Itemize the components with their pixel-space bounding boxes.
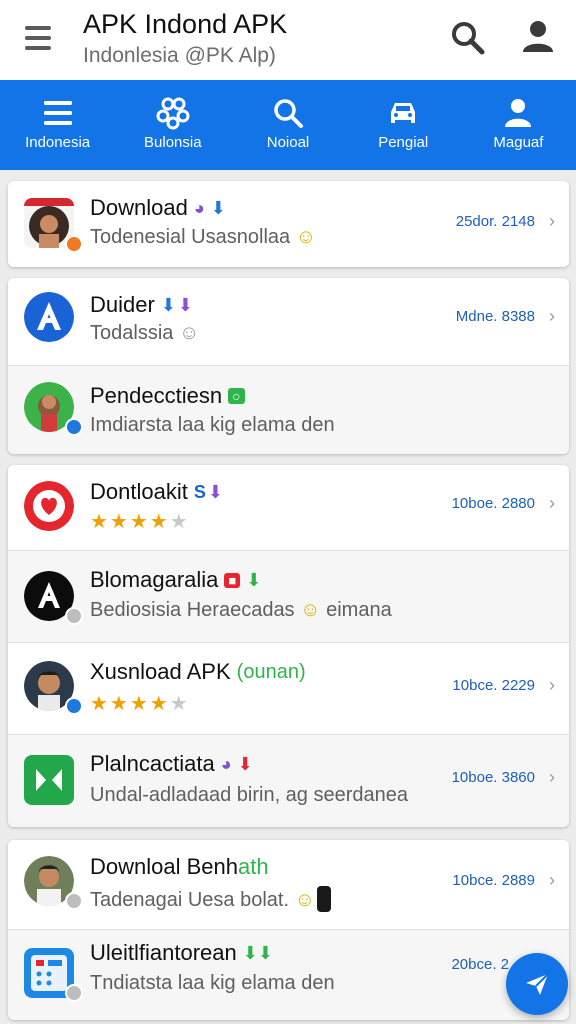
app-description: Todalssia ☺: [90, 322, 200, 344]
star-rating: ★★★★★: [90, 511, 190, 533]
chevron-right-icon: ›: [549, 493, 555, 513]
app-description: Tndiatsta laa kig elama den: [90, 972, 335, 994]
search-icon[interactable]: [448, 18, 488, 58]
send-icon: [526, 973, 549, 995]
list-icon: [43, 101, 72, 125]
nav-tab-label: Maguaf: [493, 134, 544, 151]
status-badge: [65, 418, 83, 436]
nav-tab-label: Indonesia: [25, 134, 91, 151]
nav-tab-label: Pengial: [378, 134, 429, 151]
list-item[interactable]: Uleitlfiantorean ⬇⬇ Tndiatsta laa kig ela…: [8, 930, 569, 1020]
account-icon[interactable]: [518, 16, 558, 56]
chevron-right-icon: ›: [549, 306, 555, 326]
nav-tab-2[interactable]: Noioal: [230, 80, 345, 170]
app-subtitle: Indonlesia @PK Alp): [83, 44, 276, 67]
hamburger-menu-icon[interactable]: [22, 22, 54, 54]
car-icon: [391, 103, 416, 123]
app-description: Todenesial Usasnollaa ☺: [90, 226, 317, 248]
list-item[interactable]: Blomagaralia ■ ⬇ Bediosisia Heraecadas ☺ e…: [8, 551, 569, 643]
app-name: Downloal Benhath: [90, 854, 269, 879]
list-item[interactable]: Downloal Benhath Tadenagai Uesa bolat. ☺…: [8, 840, 569, 930]
nav-tab-label: Noioal: [266, 134, 310, 151]
send-fab-button[interactable]: [506, 953, 568, 1015]
chevron-right-icon: ›: [549, 870, 555, 890]
nav-tab-4[interactable]: Maguaf: [461, 80, 576, 170]
list-item[interactable]: Download ◕ ⬇ Todenesial Usasnollaa ☺ 25dor…: [8, 181, 569, 267]
app-card: Duider ⬇ ⬇ Todalssia ☺ Mdne. 8388 › Pendec…: [8, 278, 569, 454]
nav-tab-3[interactable]: Pengial: [346, 80, 461, 170]
app-name: Xusnload APK (ounan): [90, 659, 306, 684]
app-meta: 10bce. 2229: [452, 677, 535, 694]
app-meta: 10boe. 2880: [451, 495, 535, 512]
chevron-right-icon: ›: [549, 211, 555, 231]
app-card: Downloal Benhath Tadenagai Uesa bolat. ☺…: [8, 840, 569, 1020]
status-badge: [65, 892, 83, 910]
list-item[interactable]: Duider ⬇ ⬇ Todalssia ☺ Mdne. 8388 ›: [8, 278, 569, 366]
app-name: Uleitlfiantorean ⬇⬇: [90, 940, 273, 965]
app-description: Bediosisia Heraecadas ☺ eimana: [90, 599, 392, 621]
app-name: Duider ⬇ ⬇: [90, 292, 193, 317]
apps-icon: [156, 97, 190, 130]
app-meta: 20bce. 2: [451, 956, 509, 973]
app-avatar: [24, 292, 74, 342]
list-item[interactable]: Pendecctiesn ○ Imdiarsta laa kig elama de…: [8, 366, 569, 454]
list-item[interactable]: Plalncactiata ◕ ⬇ Undal-adladaad birin, ag…: [8, 735, 569, 827]
search-icon: [274, 99, 303, 128]
app-description: Imdiarsta laa kig elama den: [90, 414, 335, 436]
app-name: Pendecctiesn ○: [90, 383, 245, 409]
top-app-bar: APK Indond APK Indonlesia @PK Alp): [0, 0, 576, 80]
app-description: Undal-adladaad birin, ag seerdanea: [90, 784, 409, 806]
app-card: Dontloakit S ⬇ ★★★★★ 10boe. 2880 › Blomaga…: [8, 465, 569, 827]
app-avatar: [24, 481, 74, 531]
app-meta: 10bce. 2889: [452, 872, 535, 889]
app-name: Dontloakit S ⬇: [90, 479, 223, 504]
status-badge: [65, 607, 83, 625]
status-badge: [65, 235, 83, 253]
star-rating: ★★★★★: [90, 693, 190, 715]
app-title: APK Indond APK: [83, 9, 288, 39]
category-nav-bar: Indonesia Bulonsia Noioal Pengial Maguaf: [0, 80, 576, 170]
app-name: Download ◕ ⬇: [90, 195, 226, 220]
app-description: Tadenagai Uesa bolat. ☺: [90, 886, 332, 912]
app-card: Download ◕ ⬇ Todenesial Usasnollaa ☺ 25dor…: [8, 181, 569, 267]
nav-tab-0[interactable]: Indonesia: [0, 80, 115, 170]
nav-tab-1[interactable]: Bulonsia: [115, 80, 230, 170]
status-badge: [65, 984, 83, 1002]
nav-tab-label: Bulonsia: [144, 134, 202, 151]
status-badge: [65, 697, 83, 715]
app-meta: Mdne. 8388: [455, 308, 535, 325]
app-name: Blomagaralia ■ ⬇: [90, 567, 262, 592]
chevron-right-icon: ›: [549, 767, 555, 787]
app-name: Plalncactiata ◕ ⬇: [90, 751, 253, 776]
list-item[interactable]: Dontloakit S ⬇ ★★★★★ 10boe. 2880 ›: [8, 465, 569, 551]
chevron-right-icon: ›: [549, 675, 555, 695]
app-meta: 25dor. 2148: [455, 213, 535, 230]
list-item[interactable]: Xusnload APK (ounan) ★★★★★ 10bce. 2229 ›: [8, 643, 569, 735]
person-icon: [505, 99, 532, 127]
app-avatar: [24, 755, 74, 805]
app-meta: 10boe. 3860: [451, 769, 535, 786]
